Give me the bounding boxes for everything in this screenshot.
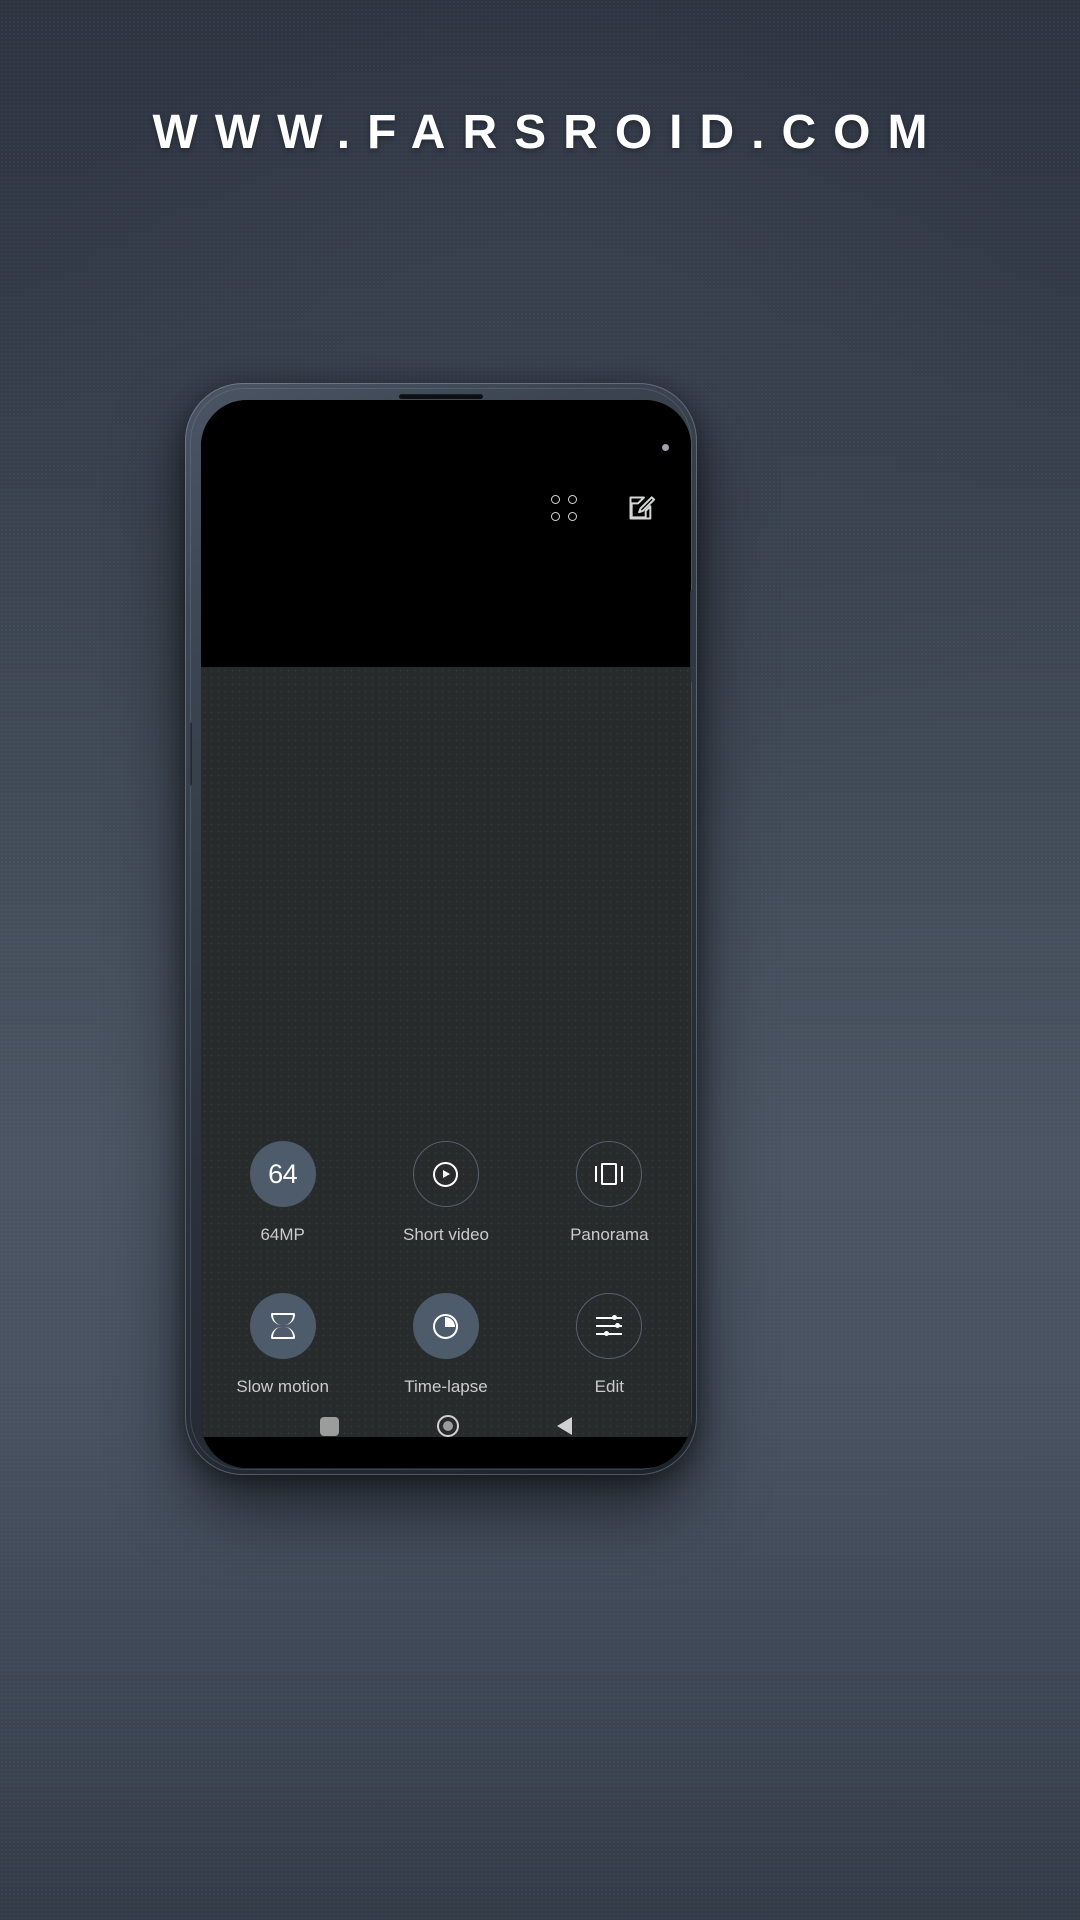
top-bar-icon-group (551, 494, 655, 522)
sliders-icon (576, 1293, 643, 1359)
mode-item-64mp[interactable]: 64 64MP (201, 1141, 364, 1245)
mode-label-64mp: 64MP (260, 1225, 305, 1244)
earpiece-speaker (399, 394, 483, 399)
mode-label-panorama: Panorama (570, 1225, 649, 1244)
camera-top-bar (201, 400, 691, 553)
mode-label-short-video: Short video (402, 1225, 489, 1244)
phone-device-frame: 64 64MP Short video Panorama Slow motion… (185, 383, 697, 1475)
front-camera-dot (662, 444, 669, 451)
back-triangle-icon[interactable] (557, 1417, 572, 1435)
megapixel-icon: 64 (249, 1141, 316, 1207)
mode-item-time-lapse[interactable]: Time-lapse (364, 1293, 527, 1397)
grid-view-icon[interactable] (551, 495, 577, 521)
phone-inner-bezel: 64 64MP Short video Panorama Slow motion… (190, 388, 692, 1470)
clock-pie-icon (412, 1293, 479, 1359)
home-circle-icon[interactable] (437, 1415, 459, 1437)
panorama-icon (576, 1141, 643, 1207)
camera-mode-panel: 64 64MP Short video Panorama Slow motion… (201, 667, 691, 1437)
mode-label-edit: Edit (594, 1377, 624, 1396)
volume-button[interactable] (190, 722, 192, 786)
mode-label-slow-motion: Slow motion (236, 1377, 329, 1396)
power-button[interactable] (690, 590, 692, 682)
camera-mode-grid: 64 64MP Short video Panorama Slow motion… (201, 1141, 691, 1397)
megapixel-badge: 64 (268, 1158, 298, 1189)
mode-item-edit[interactable]: Edit (528, 1293, 691, 1397)
watermark-text: WWW.FARSROID.COM (152, 106, 945, 159)
screenshot-stage: WWW.FARSROID.COM 64 64MP Short video Pan… (0, 0, 1080, 1920)
recents-square-icon[interactable] (320, 1416, 339, 1436)
mode-item-short-video[interactable]: Short video (364, 1141, 527, 1245)
android-nav-bar (201, 1394, 691, 1458)
edit-pencil-icon[interactable] (627, 494, 655, 522)
play-circle-icon (412, 1141, 479, 1207)
mode-item-panorama[interactable]: Panorama (528, 1141, 691, 1245)
hourglass-icon (249, 1293, 316, 1359)
phone-screen: 64 64MP Short video Panorama Slow motion… (201, 400, 691, 1468)
mode-item-slow-motion[interactable]: Slow motion (201, 1293, 364, 1397)
mode-label-time-lapse: Time-lapse (404, 1377, 488, 1396)
